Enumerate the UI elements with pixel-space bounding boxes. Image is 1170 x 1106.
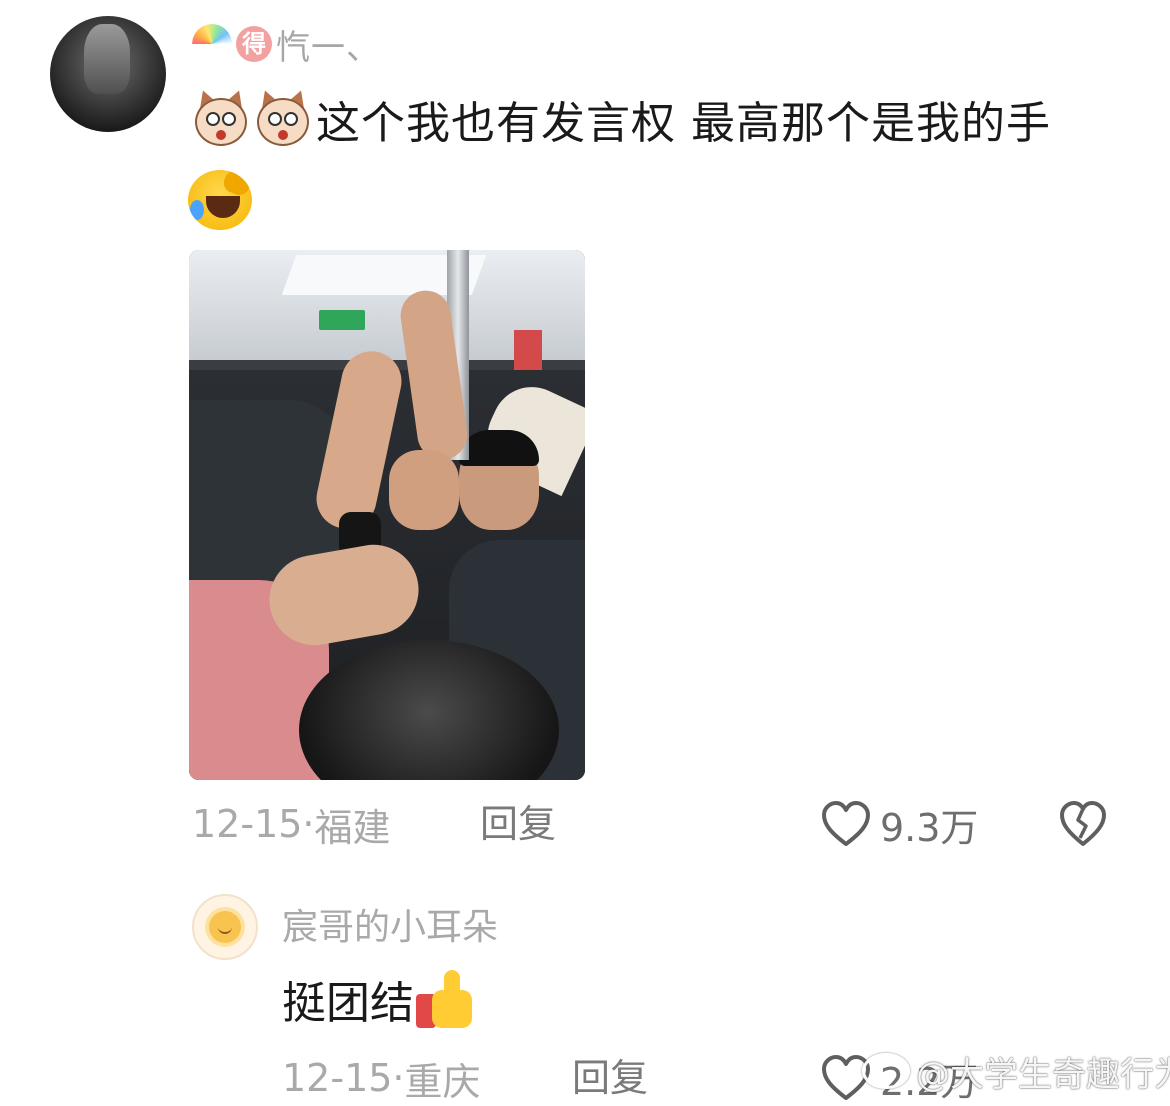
username[interactable]: 忾一、	[276, 20, 381, 69]
like-button[interactable]: 9.3万	[820, 798, 978, 850]
username[interactable]: 宸哥的小耳朵	[282, 902, 498, 954]
reply-button[interactable]: 回复	[572, 1052, 648, 1104]
comment-photo[interactable]	[189, 250, 585, 780]
dog-emoji-icon	[254, 87, 312, 148]
comment-header: 得 忾一、	[192, 20, 381, 68]
comment-text-row: 这个我也有发言权 最高那个是我的手	[192, 86, 1051, 152]
dislike-broken-heart-icon[interactable]	[1058, 800, 1108, 848]
meta-separator: ·	[392, 1056, 405, 1100]
user-avatar[interactable]	[50, 16, 166, 132]
weibo-logo-icon	[862, 1053, 910, 1089]
comment-location: 福建	[314, 805, 391, 850]
user-badge: 得	[236, 26, 272, 62]
comment-text-row: 挺团结	[282, 966, 476, 1032]
watermark-text: @大学生奇趣行为	[916, 1054, 1170, 1095]
sun-icon	[209, 911, 241, 943]
meta-separator: ·	[302, 802, 315, 846]
user-avatar[interactable]	[192, 894, 258, 960]
comment-date: 12-15	[282, 1056, 393, 1100]
comment-meta: 12-15 · 重庆	[282, 1052, 481, 1104]
laugh-crying-emoji-icon	[188, 170, 252, 230]
heart-icon	[822, 801, 870, 846]
dog-emoji-icon	[192, 87, 250, 148]
reply-button[interactable]: 回复	[480, 798, 556, 850]
comment-text: 这个我也有发言权 最高那个是我的手	[316, 98, 1051, 149]
comment-location: 重庆	[404, 1059, 481, 1104]
comment-date: 12-15	[192, 802, 303, 846]
comment-meta: 12-15 · 福建	[192, 798, 391, 850]
thumbs-up-emoji-icon	[416, 968, 476, 1030]
avatar-figure	[84, 24, 130, 94]
watermark: @大学生奇趣行为	[862, 1046, 1170, 1096]
comment-text: 挺团结	[282, 978, 414, 1029]
rainbow-icon	[192, 24, 232, 64]
like-count: 9.3万	[880, 805, 979, 850]
